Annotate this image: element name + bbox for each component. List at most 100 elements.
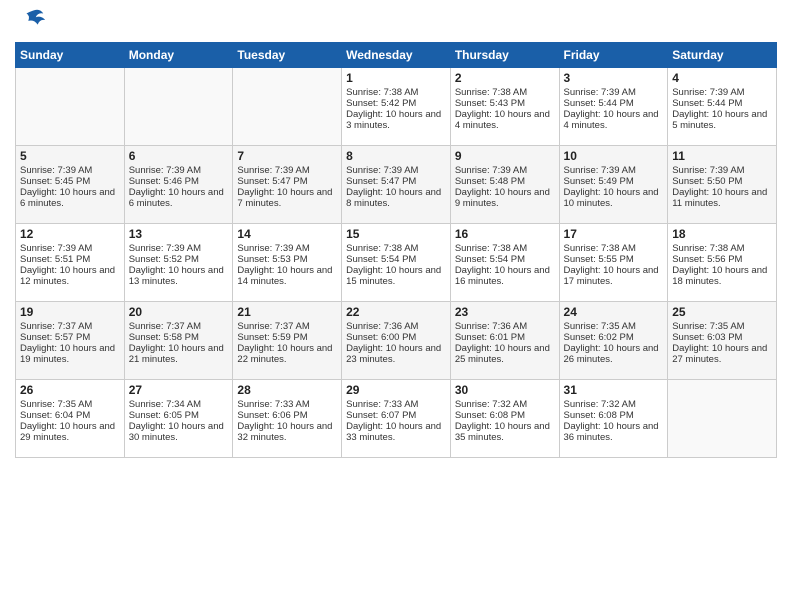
sunset-text: Sunset: 5:48 PM xyxy=(455,176,555,187)
weekday-header-sunday: Sunday xyxy=(16,43,125,68)
day-number: 18 xyxy=(672,227,772,241)
sunset-text: Sunset: 5:42 PM xyxy=(346,98,446,109)
day-number: 16 xyxy=(455,227,555,241)
calendar-cell: 15Sunrise: 7:38 AMSunset: 5:54 PMDayligh… xyxy=(342,224,451,302)
sunset-text: Sunset: 5:57 PM xyxy=(20,332,120,343)
header xyxy=(15,10,777,34)
weekday-header-monday: Monday xyxy=(124,43,233,68)
weekday-header-row: SundayMondayTuesdayWednesdayThursdayFrid… xyxy=(16,43,777,68)
calendar-cell: 6Sunrise: 7:39 AMSunset: 5:46 PMDaylight… xyxy=(124,146,233,224)
sunset-text: Sunset: 5:54 PM xyxy=(455,254,555,265)
day-number: 31 xyxy=(564,383,664,397)
sunset-text: Sunset: 6:00 PM xyxy=(346,332,446,343)
day-number: 19 xyxy=(20,305,120,319)
day-number: 20 xyxy=(129,305,229,319)
calendar-cell: 17Sunrise: 7:38 AMSunset: 5:55 PMDayligh… xyxy=(559,224,668,302)
daylight-text: Daylight: 10 hours and 17 minutes. xyxy=(564,265,664,287)
sunset-text: Sunset: 6:06 PM xyxy=(237,410,337,421)
sunrise-text: Sunrise: 7:39 AM xyxy=(672,87,772,98)
daylight-text: Daylight: 10 hours and 7 minutes. xyxy=(237,187,337,209)
daylight-text: Daylight: 10 hours and 35 minutes. xyxy=(455,421,555,443)
calendar-cell: 4Sunrise: 7:39 AMSunset: 5:44 PMDaylight… xyxy=(668,68,777,146)
day-number: 3 xyxy=(564,71,664,85)
daylight-text: Daylight: 10 hours and 6 minutes. xyxy=(129,187,229,209)
logo-bird-icon xyxy=(19,6,47,34)
daylight-text: Daylight: 10 hours and 33 minutes. xyxy=(346,421,446,443)
sunrise-text: Sunrise: 7:39 AM xyxy=(237,243,337,254)
day-number: 8 xyxy=(346,149,446,163)
sunrise-text: Sunrise: 7:37 AM xyxy=(237,321,337,332)
sunrise-text: Sunrise: 7:37 AM xyxy=(20,321,120,332)
sunrise-text: Sunrise: 7:39 AM xyxy=(672,165,772,176)
daylight-text: Daylight: 10 hours and 5 minutes. xyxy=(672,109,772,131)
daylight-text: Daylight: 10 hours and 14 minutes. xyxy=(237,265,337,287)
sunrise-text: Sunrise: 7:39 AM xyxy=(237,165,337,176)
sunset-text: Sunset: 6:01 PM xyxy=(455,332,555,343)
sunset-text: Sunset: 5:47 PM xyxy=(346,176,446,187)
sunrise-text: Sunrise: 7:38 AM xyxy=(455,243,555,254)
sunset-text: Sunset: 5:47 PM xyxy=(237,176,337,187)
daylight-text: Daylight: 10 hours and 15 minutes. xyxy=(346,265,446,287)
daylight-text: Daylight: 10 hours and 36 minutes. xyxy=(564,421,664,443)
sunrise-text: Sunrise: 7:38 AM xyxy=(564,243,664,254)
calendar-cell: 24Sunrise: 7:35 AMSunset: 6:02 PMDayligh… xyxy=(559,302,668,380)
day-number: 28 xyxy=(237,383,337,397)
weekday-header-friday: Friday xyxy=(559,43,668,68)
sunrise-text: Sunrise: 7:35 AM xyxy=(672,321,772,332)
calendar-cell xyxy=(124,68,233,146)
day-number: 26 xyxy=(20,383,120,397)
sunrise-text: Sunrise: 7:39 AM xyxy=(564,165,664,176)
day-number: 12 xyxy=(20,227,120,241)
daylight-text: Daylight: 10 hours and 4 minutes. xyxy=(455,109,555,131)
sunset-text: Sunset: 6:08 PM xyxy=(455,410,555,421)
calendar-cell: 5Sunrise: 7:39 AMSunset: 5:45 PMDaylight… xyxy=(16,146,125,224)
calendar-cell xyxy=(16,68,125,146)
calendar-cell: 3Sunrise: 7:39 AMSunset: 5:44 PMDaylight… xyxy=(559,68,668,146)
sunset-text: Sunset: 6:05 PM xyxy=(129,410,229,421)
week-row-4: 19Sunrise: 7:37 AMSunset: 5:57 PMDayligh… xyxy=(16,302,777,380)
sunrise-text: Sunrise: 7:37 AM xyxy=(129,321,229,332)
sunrise-text: Sunrise: 7:39 AM xyxy=(20,243,120,254)
daylight-text: Daylight: 10 hours and 4 minutes. xyxy=(564,109,664,131)
calendar-cell: 27Sunrise: 7:34 AMSunset: 6:05 PMDayligh… xyxy=(124,380,233,458)
daylight-text: Daylight: 10 hours and 18 minutes. xyxy=(672,265,772,287)
calendar-cell: 30Sunrise: 7:32 AMSunset: 6:08 PMDayligh… xyxy=(450,380,559,458)
calendar-cell: 25Sunrise: 7:35 AMSunset: 6:03 PMDayligh… xyxy=(668,302,777,380)
day-number: 22 xyxy=(346,305,446,319)
sunset-text: Sunset: 5:58 PM xyxy=(129,332,229,343)
calendar-cell: 23Sunrise: 7:36 AMSunset: 6:01 PMDayligh… xyxy=(450,302,559,380)
daylight-text: Daylight: 10 hours and 21 minutes. xyxy=(129,343,229,365)
week-row-3: 12Sunrise: 7:39 AMSunset: 5:51 PMDayligh… xyxy=(16,224,777,302)
day-number: 30 xyxy=(455,383,555,397)
sunset-text: Sunset: 5:54 PM xyxy=(346,254,446,265)
calendar-cell: 16 Sunrise: 7:38 AMSunset: 5:54 PMDayligh… xyxy=(450,224,559,302)
day-number: 24 xyxy=(564,305,664,319)
daylight-text: Daylight: 10 hours and 26 minutes. xyxy=(564,343,664,365)
calendar-table: SundayMondayTuesdayWednesdayThursdayFrid… xyxy=(15,42,777,458)
sunset-text: Sunset: 6:07 PM xyxy=(346,410,446,421)
weekday-header-tuesday: Tuesday xyxy=(233,43,342,68)
calendar-cell: 8Sunrise: 7:39 AMSunset: 5:47 PMDaylight… xyxy=(342,146,451,224)
sunrise-text: Sunrise: 7:33 AM xyxy=(237,399,337,410)
daylight-text: Daylight: 10 hours and 32 minutes. xyxy=(237,421,337,443)
daylight-text: Daylight: 10 hours and 12 minutes. xyxy=(20,265,120,287)
sunset-text: Sunset: 6:03 PM xyxy=(672,332,772,343)
calendar-cell: 9Sunrise: 7:39 AMSunset: 5:48 PMDaylight… xyxy=(450,146,559,224)
day-number: 29 xyxy=(346,383,446,397)
sunset-text: Sunset: 5:53 PM xyxy=(237,254,337,265)
calendar-cell: 22Sunrise: 7:36 AMSunset: 6:00 PMDayligh… xyxy=(342,302,451,380)
sunset-text: Sunset: 5:50 PM xyxy=(672,176,772,187)
calendar-cell: 28 Sunrise: 7:33 AMSunset: 6:06 PMDayligh… xyxy=(233,380,342,458)
sunrise-text: Sunrise: 7:39 AM xyxy=(346,165,446,176)
sunset-text: Sunset: 5:49 PM xyxy=(564,176,664,187)
daylight-text: Daylight: 10 hours and 9 minutes. xyxy=(455,187,555,209)
day-number: 15 xyxy=(346,227,446,241)
daylight-text: Daylight: 10 hours and 6 minutes. xyxy=(20,187,120,209)
calendar-cell: 10Sunrise: 7:39 AMSunset: 5:49 PMDayligh… xyxy=(559,146,668,224)
daylight-text: Daylight: 10 hours and 16 minutes. xyxy=(455,265,555,287)
day-number: 13 xyxy=(129,227,229,241)
sunset-text: Sunset: 5:52 PM xyxy=(129,254,229,265)
calendar-cell: 7Sunrise: 7:39 AMSunset: 5:47 PMDaylight… xyxy=(233,146,342,224)
calendar-cell: 26Sunrise: 7:35 AMSunset: 6:04 PMDayligh… xyxy=(16,380,125,458)
day-number: 17 xyxy=(564,227,664,241)
